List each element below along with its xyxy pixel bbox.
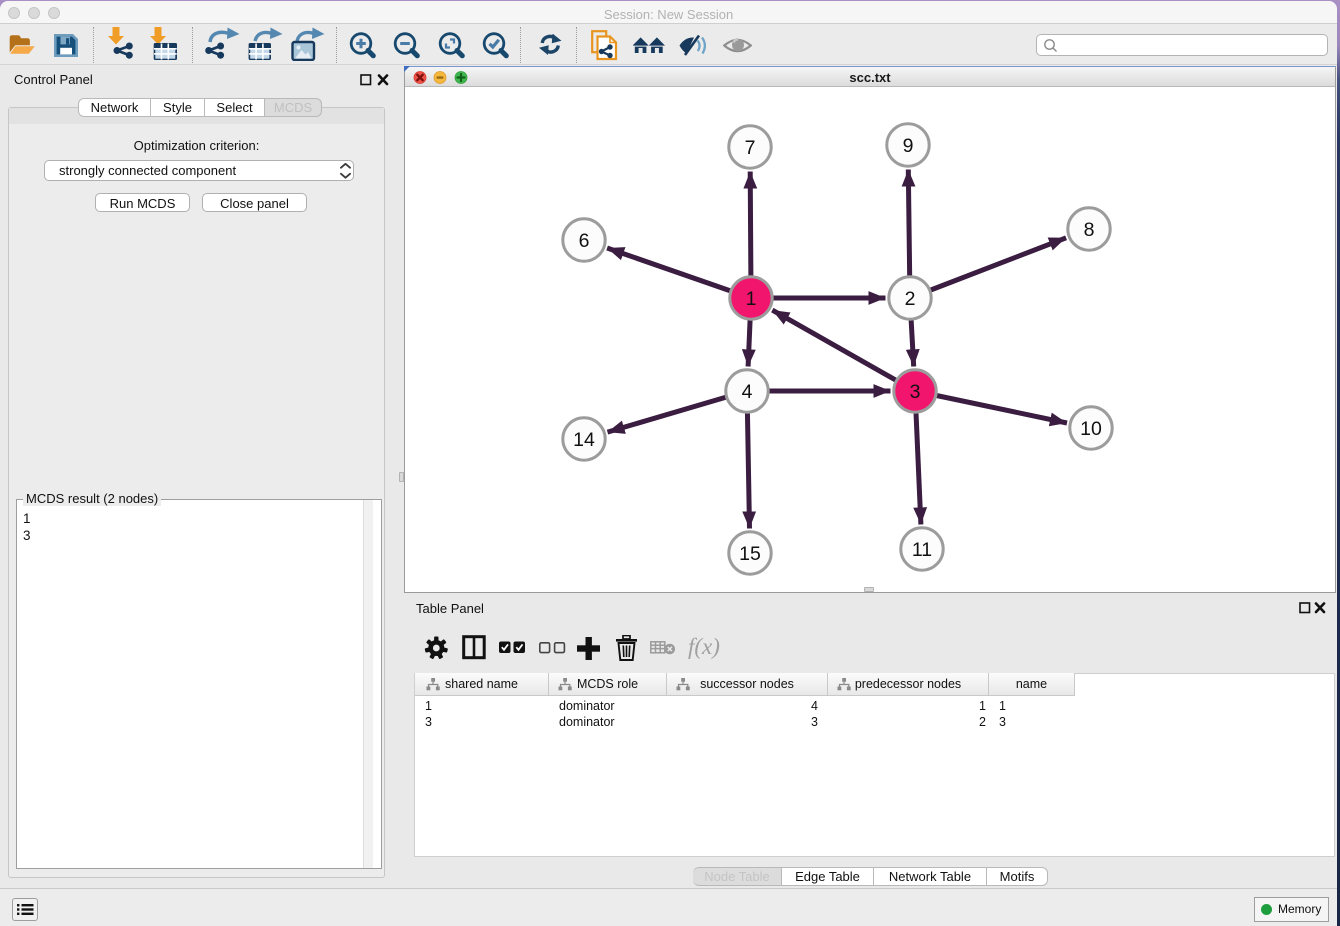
svg-text:2: 2: [905, 288, 916, 310]
svg-text:4: 4: [742, 381, 753, 403]
svg-text:11: 11: [912, 539, 932, 561]
svg-text:10: 10: [1080, 418, 1102, 440]
svg-text:15: 15: [739, 543, 761, 565]
svg-text:6: 6: [579, 230, 590, 252]
svg-text:9: 9: [903, 135, 914, 157]
svg-text:7: 7: [745, 137, 756, 159]
svg-text:14: 14: [573, 429, 595, 451]
svg-text:8: 8: [1084, 219, 1095, 241]
svg-text:3: 3: [910, 381, 921, 403]
svg-text:1: 1: [746, 288, 757, 310]
